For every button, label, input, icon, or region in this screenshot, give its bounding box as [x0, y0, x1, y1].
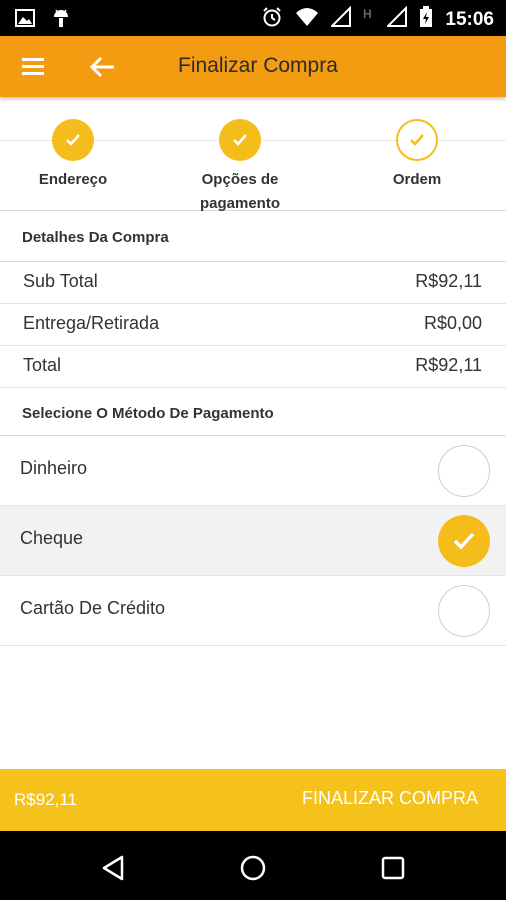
row-label: Sub Total — [23, 271, 98, 291]
step-label: Endereço — [38, 171, 108, 188]
subtotal-row: Sub Total R$92,11 — [0, 262, 506, 304]
hamburger-menu-icon[interactable] — [16, 52, 52, 82]
option-label: Cheque — [20, 528, 84, 548]
row-value: R$92,11 — [415, 271, 482, 291]
step-label: Ordem — [392, 171, 442, 188]
signal-icon — [329, 5, 352, 33]
svg-text:H: H — [363, 7, 372, 21]
payment-option-dinheiro[interactable]: Dinheiro — [0, 436, 506, 506]
purchase-details-header: Detalhes Da Compra — [0, 212, 506, 262]
recents-square-icon[interactable] — [376, 851, 410, 885]
image-icon — [14, 7, 36, 34]
signal-icon-2 — [385, 5, 408, 33]
page-title: Finalizar Compra — [178, 54, 338, 77]
payment-option-cheque[interactable]: Cheque — [0, 506, 506, 576]
option-label: Dinheiro — [20, 458, 88, 478]
step-label: Opções de pagamento — [199, 171, 280, 212]
app-bar: Finalizar Compra — [0, 36, 506, 97]
checkout-stepper: Endereço Opções de pagamento Ordem — [0, 97, 506, 212]
radio-unchecked-icon[interactable] — [438, 445, 490, 497]
option-label: Cartão De Crédito — [20, 598, 166, 618]
total-row: Total R$92,11 — [0, 346, 506, 388]
checkout-bottom-bar: R$92,11 FINALIZAR COMPRA — [0, 769, 506, 831]
radio-unchecked-icon[interactable] — [438, 585, 490, 637]
android-icon — [50, 7, 72, 34]
status-bar: H 15:06 — [0, 0, 506, 36]
clock-time: 15:06 — [445, 8, 494, 30]
step-ordem: Ordem — [342, 119, 492, 192]
row-label: Total — [23, 355, 62, 375]
row-label: Entrega/Retirada — [23, 313, 160, 333]
step-opcoes-pagamento: Opções de pagamento — [165, 119, 315, 216]
alarm-icon — [261, 6, 283, 33]
section-title: Detalhes Da Compra — [22, 229, 169, 246]
arrow-back-icon[interactable] — [86, 50, 120, 84]
bottom-total: R$92,11 — [14, 790, 78, 809]
finalize-purchase-button[interactable]: FINALIZAR COMPRA — [302, 788, 478, 809]
radio-checked-icon[interactable] — [438, 515, 490, 567]
delivery-row: Entrega/Retirada R$0,00 — [0, 304, 506, 346]
system-nav-bar — [0, 831, 506, 900]
check-icon — [52, 119, 94, 161]
check-icon — [396, 119, 438, 161]
payment-method-header: Selecione O Método De Pagamento — [0, 388, 506, 436]
row-value: R$92,11 — [415, 355, 482, 375]
battery-icon — [419, 6, 433, 33]
back-triangle-icon[interactable] — [98, 851, 132, 885]
wifi-icon — [295, 6, 319, 33]
step-endereco: Endereço — [0, 119, 148, 192]
payment-option-cartao[interactable]: Cartão De Crédito — [0, 576, 506, 646]
row-value: R$0,00 — [423, 313, 482, 333]
h-network-icon: H — [363, 6, 375, 33]
home-circle-icon[interactable] — [236, 851, 270, 885]
check-icon — [219, 119, 261, 161]
section-title: Selecione O Método De Pagamento — [22, 405, 274, 422]
